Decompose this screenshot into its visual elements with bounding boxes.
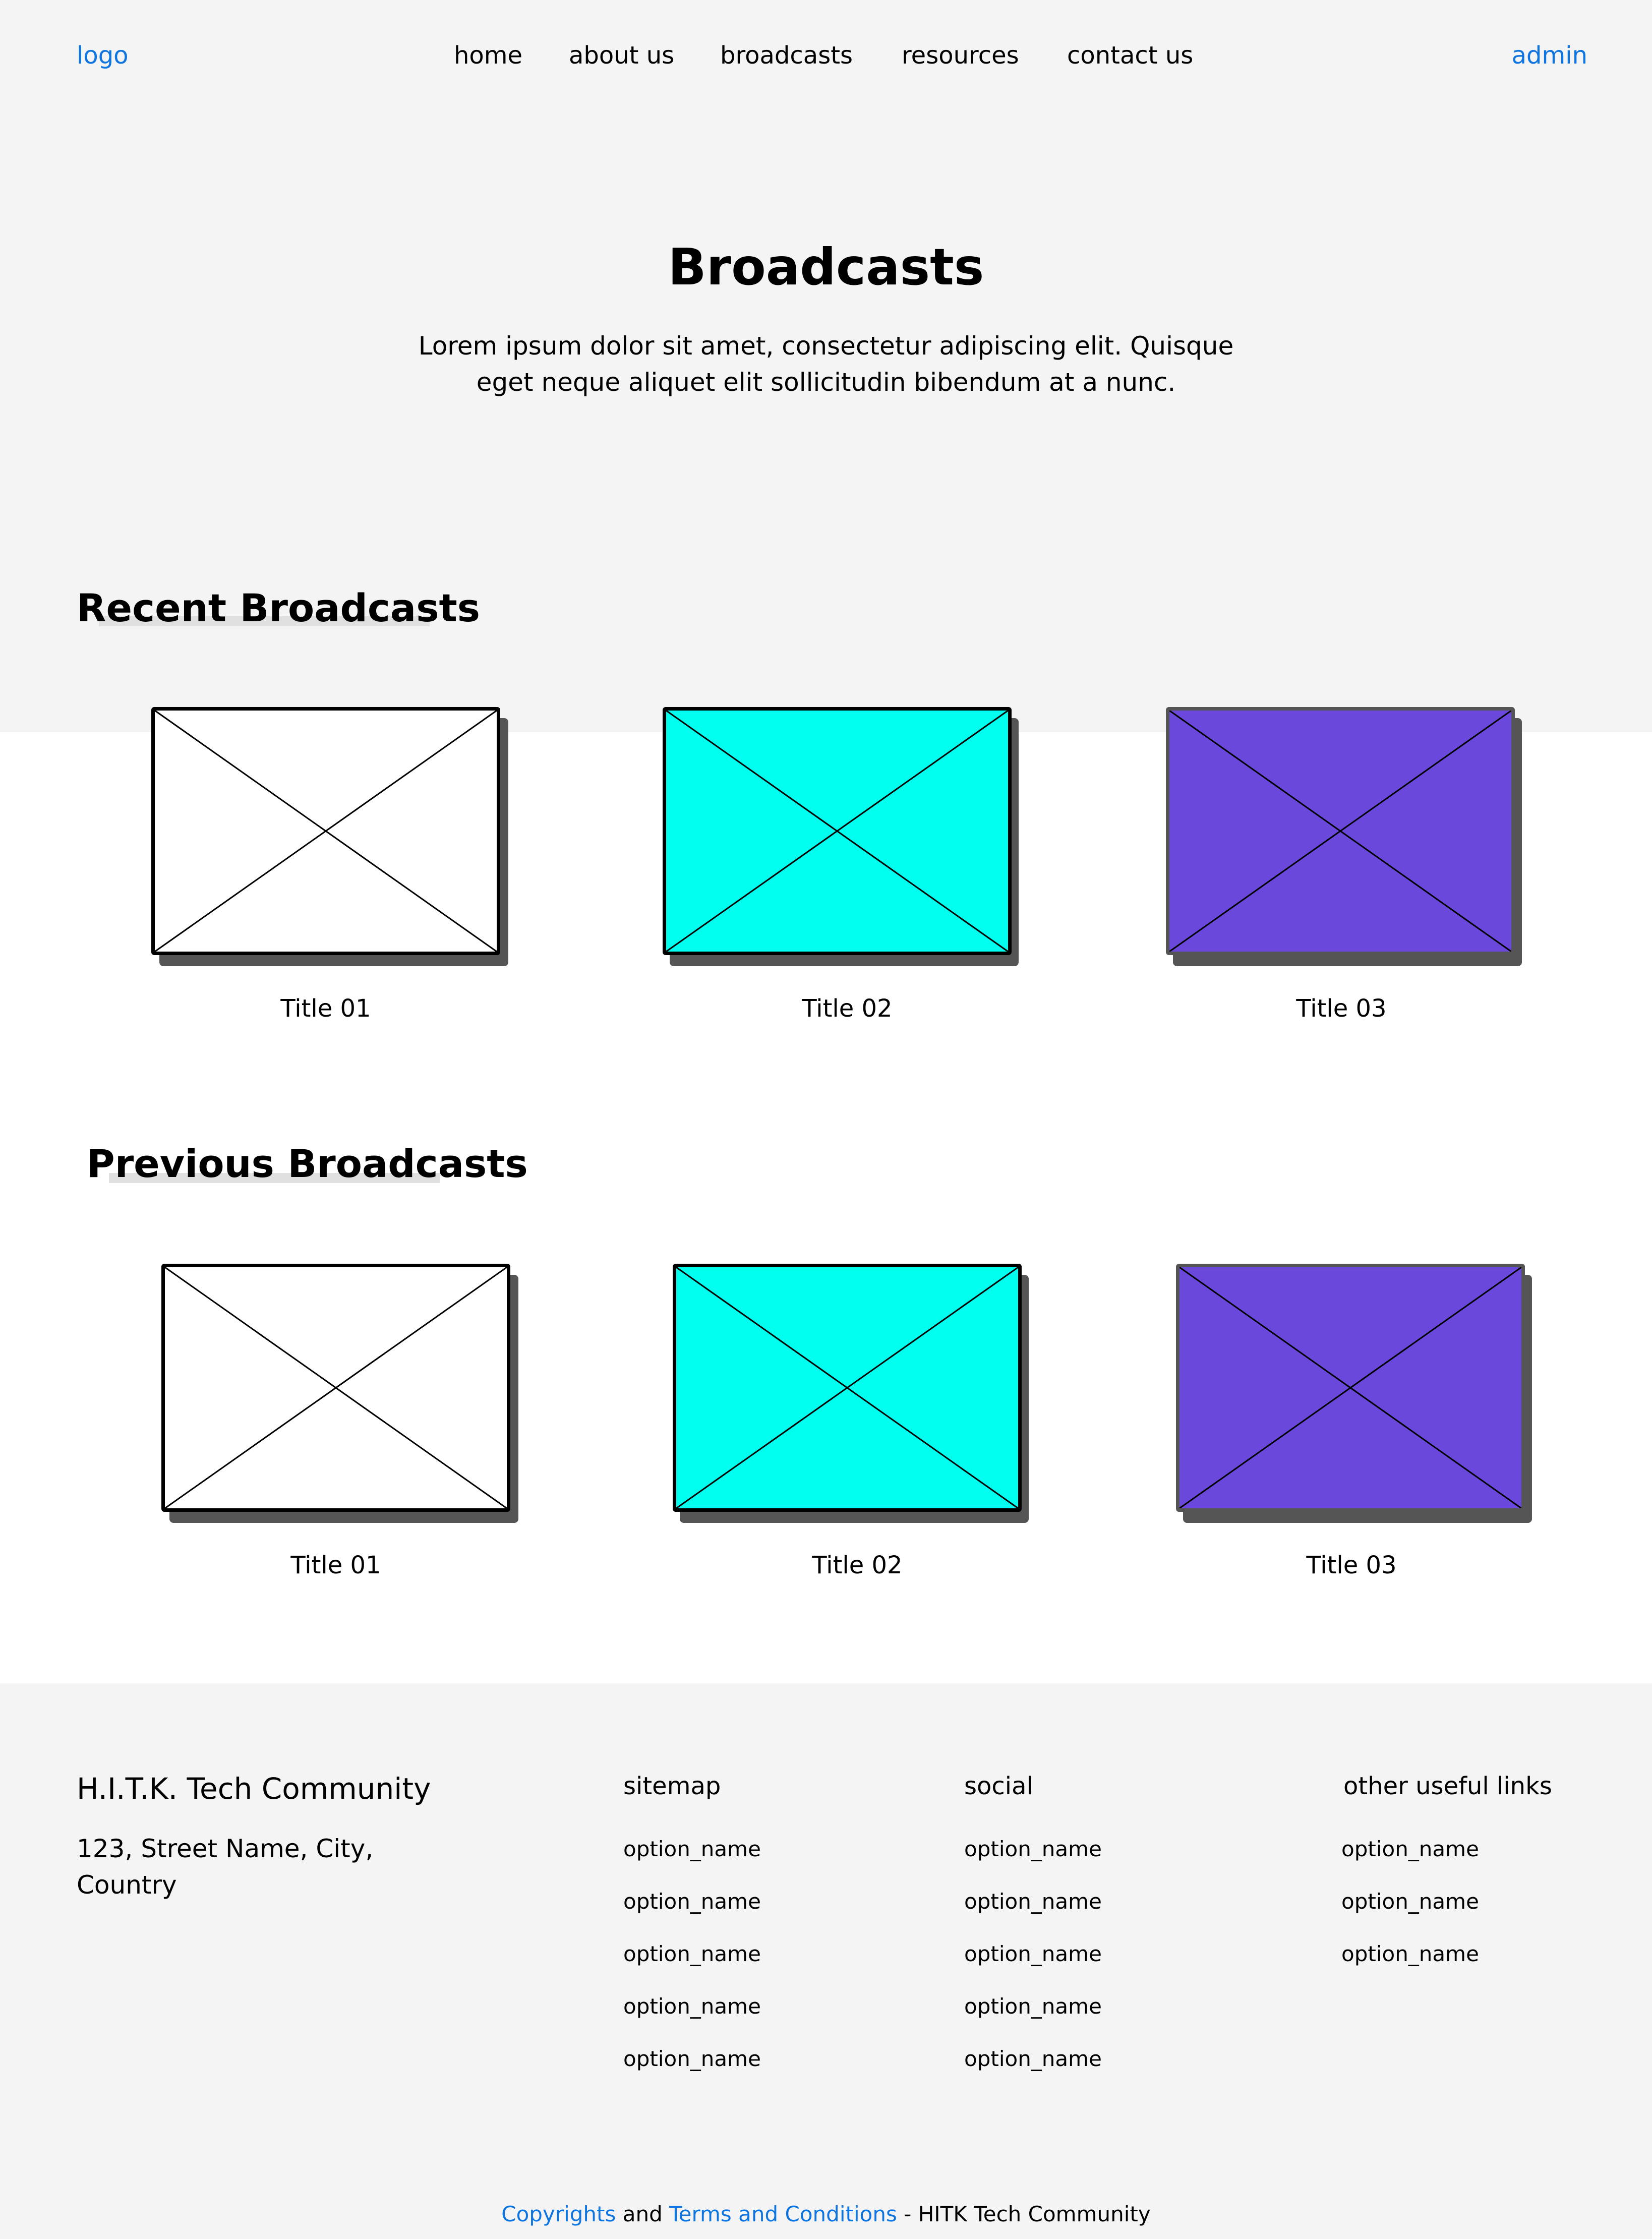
other-link[interactable]: option_name	[1341, 1839, 1479, 1891]
recent-card-1-title[interactable]: Title 01	[174, 996, 477, 1021]
other-links-list: option_name option_name option_name	[1341, 1839, 1479, 1996]
nav-home[interactable]: home	[454, 43, 522, 68]
recent-card-1-thumbnail[interactable]	[151, 707, 500, 955]
nav-resources[interactable]: resources	[902, 43, 1019, 68]
social-link[interactable]: option_name	[964, 2048, 1102, 2101]
page-title: Broadcasts	[668, 238, 984, 297]
and-text: and	[622, 2202, 663, 2226]
previous-card-3-thumbnail[interactable]	[1176, 1264, 1525, 1512]
copyright-bar: Copyrights and Terms and Conditions - HI…	[0, 2204, 1652, 2225]
page-description: Lorem ipsum dolor sit amet, consectetur …	[418, 331, 1234, 397]
other-links-heading: other useful links	[1343, 1772, 1552, 1800]
image-placeholder-icon	[666, 711, 1008, 952]
recent-card-3-title[interactable]: Title 03	[1190, 996, 1493, 1021]
admin-link[interactable]: admin	[1512, 43, 1587, 68]
previous-broadcasts-heading: Previous Broadcasts	[87, 1141, 528, 1186]
previous-card-2-thumbnail[interactable]	[673, 1264, 1022, 1512]
other-link[interactable]: option_name	[1341, 1943, 1479, 1996]
sitemap-link[interactable]: option_name	[623, 1996, 761, 2048]
sitemap-link[interactable]: option_name	[623, 1839, 761, 1891]
image-placeholder-icon	[676, 1267, 1018, 1508]
social-heading: social	[964, 1772, 1033, 1800]
previous-card-1-title[interactable]: Title 01	[185, 1553, 487, 1577]
sitemap-link[interactable]: option_name	[623, 1943, 761, 1996]
previous-card-2-title[interactable]: Title 02	[706, 1553, 1009, 1577]
sitemap-link[interactable]: option_name	[623, 1891, 761, 1943]
social-link[interactable]: option_name	[964, 1891, 1102, 1943]
nav-broadcasts[interactable]: broadcasts	[720, 43, 853, 68]
social-link[interactable]: option_name	[964, 1839, 1102, 1891]
image-placeholder-icon	[165, 1267, 507, 1508]
image-placeholder-icon	[1179, 1267, 1521, 1508]
social-link[interactable]: option_name	[964, 1996, 1102, 2048]
footer-brand: H.I.T.K. Tech Community	[77, 1772, 431, 1806]
image-placeholder-icon	[1169, 711, 1511, 952]
recent-card-2-title[interactable]: Title 02	[696, 996, 998, 1021]
previous-card-1-thumbnail[interactable]	[161, 1264, 510, 1512]
sitemap-link[interactable]: option_name	[623, 2048, 761, 2101]
logo-link[interactable]: logo	[77, 43, 129, 68]
previous-card-3-title[interactable]: Title 03	[1200, 1553, 1503, 1577]
sitemap-list: option_name option_name option_name opti…	[623, 1839, 761, 2101]
social-link[interactable]: option_name	[964, 1943, 1102, 1996]
footer-address: 123, Street Name, City, Country	[77, 1834, 374, 1900]
sitemap-heading: sitemap	[623, 1772, 721, 1800]
recent-broadcasts-heading: Recent Broadcasts	[77, 585, 481, 630]
other-link[interactable]: option_name	[1341, 1891, 1479, 1943]
nav-contact-us[interactable]: contact us	[1067, 43, 1193, 68]
recent-card-3-thumbnail[interactable]	[1166, 707, 1515, 955]
image-placeholder-icon	[155, 711, 497, 952]
social-list: option_name option_name option_name opti…	[964, 1839, 1102, 2101]
terms-link[interactable]: Terms and Conditions	[669, 2202, 897, 2226]
copyright-suffix: - HITK Tech Community	[904, 2202, 1151, 2226]
recent-card-2-thumbnail[interactable]	[663, 707, 1012, 955]
copyrights-link[interactable]: Copyrights	[501, 2202, 616, 2226]
nav-about-us[interactable]: about us	[569, 43, 674, 68]
